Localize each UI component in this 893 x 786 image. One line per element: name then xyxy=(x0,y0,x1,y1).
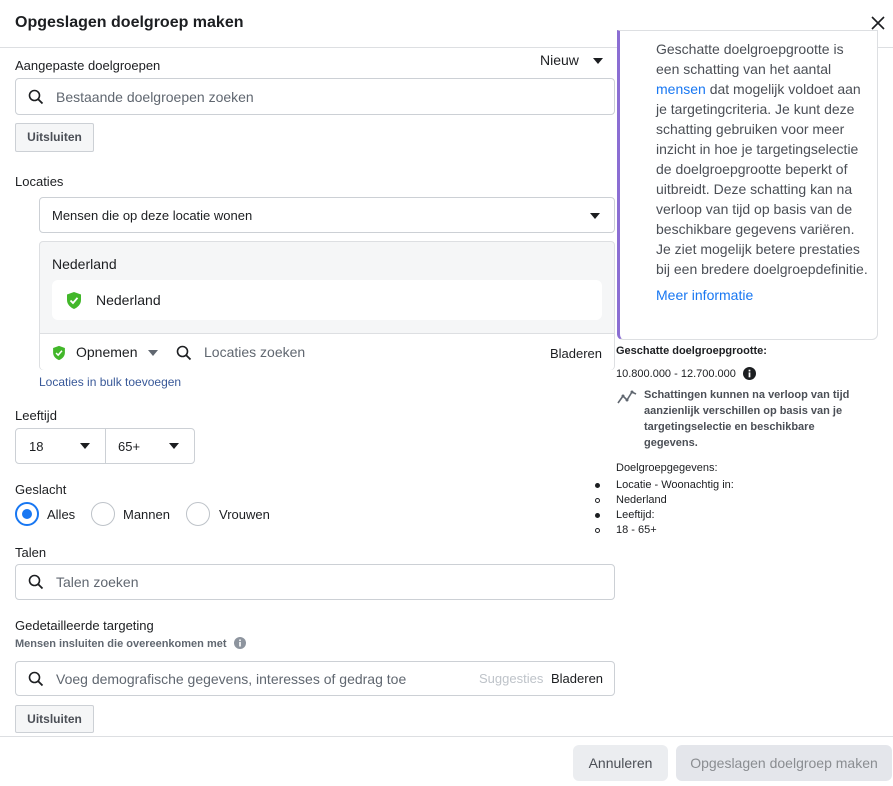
detail-item: 18 - 65+ xyxy=(592,523,792,538)
detail-item: Locatie - Woonachtig in: xyxy=(592,478,792,493)
search-icon xyxy=(28,574,44,590)
trend-line-icon xyxy=(617,390,637,404)
info-text-mensen-line: mensen dat mogelijk voldoet aan xyxy=(656,79,868,99)
chevron-down-icon xyxy=(590,213,600,219)
detail-item: Nederland xyxy=(592,493,792,508)
gender-label-all: Alles xyxy=(47,507,76,522)
location-browse-button[interactable]: Bladeren xyxy=(550,346,602,361)
gender-label-women: Vrouwen xyxy=(219,507,270,522)
gender-radio-women[interactable] xyxy=(186,502,210,526)
detail-text: 18 - 65+ xyxy=(616,524,657,536)
bullet-circle-icon xyxy=(595,528,600,533)
location-type-select[interactable]: Mensen die op deze locatie wonen xyxy=(39,197,615,233)
detail-text: Leeftijd: xyxy=(616,509,655,521)
audience-size-info-card: Geschatte doelgroepgrootte is een schatt… xyxy=(617,30,878,340)
language-search-placeholder: Talen zoeken xyxy=(56,574,139,590)
location-panel: Nederland Nederland Opnemen Locaties zoe… xyxy=(39,241,615,370)
estimate-range-row: 10.800.000 - 12.700.000 xyxy=(616,367,756,380)
suggestions-button[interactable]: Suggesties xyxy=(479,671,543,686)
exclude-custom-audience-button[interactable]: Uitsluiten xyxy=(15,123,94,152)
create-saved-audience-button[interactable]: Opgeslagen doelgroep maken xyxy=(676,745,892,781)
detail-item: Leeftijd: xyxy=(592,508,792,523)
age-range-selector: 18 65+ xyxy=(15,428,195,464)
dialog-footer: Annuleren Opgeslagen doelgroep maken xyxy=(0,736,893,786)
age-max-select[interactable]: 65+ xyxy=(106,429,194,463)
new-label: Nieuw xyxy=(540,52,579,68)
gender-label-men: Mannen xyxy=(123,507,170,522)
chevron-down-icon xyxy=(80,443,90,449)
info-text-after-link: dat mogelijk voldoet aan xyxy=(705,81,861,97)
bullet-disc-icon xyxy=(595,483,600,488)
detailed-targeting-label: Gedetailleerde targeting xyxy=(15,618,154,633)
age-min-select[interactable]: 18 xyxy=(16,429,106,463)
custom-audiences-label: Aangepaste doelgroepen xyxy=(15,58,161,73)
age-min-value: 18 xyxy=(29,439,44,454)
location-search-input[interactable]: Locaties zoeken xyxy=(204,344,305,360)
detail-text: Locatie - Woonachtig in: xyxy=(616,479,734,491)
detailed-targeting-placeholder: Voeg demografische gegevens, interesses … xyxy=(56,670,407,687)
languages-label: Talen xyxy=(15,545,47,560)
estimate-label: Geschatte doelgroepgrootte: xyxy=(616,345,767,357)
language-search-input[interactable]: Talen zoeken xyxy=(15,564,615,600)
location-search-row: Opnemen Locaties zoeken Bladeren xyxy=(40,334,614,370)
info-card-text: Geschatte doelgroepgrootte is een schatt… xyxy=(656,39,868,305)
detailed-targeting-sublabel-text: Mensen insluiten die overeenkomen met xyxy=(15,638,227,650)
bullet-disc-icon xyxy=(595,513,600,518)
detailed-targeting-sublabel: Mensen insluiten die overeenkomen met xyxy=(15,637,246,650)
chevron-down-icon xyxy=(169,443,179,449)
audience-details-list: Locatie - Woonachtig in: Nederland Leeft… xyxy=(592,478,792,538)
bullet-circle-icon xyxy=(595,498,600,503)
selected-location-label: Nederland xyxy=(96,292,161,308)
search-icon xyxy=(176,345,192,361)
search-icon xyxy=(28,671,44,686)
people-link[interactable]: mensen xyxy=(656,81,706,97)
estimate-note: Schattingen kunnen na verloop van tijd a… xyxy=(644,389,850,449)
selected-location-item[interactable]: Nederland xyxy=(52,280,602,320)
age-max-value: 65+ xyxy=(118,439,141,454)
include-label: Opnemen xyxy=(76,344,138,360)
chevron-down-icon xyxy=(148,350,158,356)
info-text-top: Geschatte doelgroepgrootte is xyxy=(656,41,844,57)
gender-radio-men[interactable] xyxy=(91,502,115,526)
search-icon xyxy=(28,89,44,104)
custom-audience-search-input[interactable]: Bestaande doelgroepen zoeken xyxy=(15,78,615,115)
estimate-range: 10.800.000 - 12.700.000 xyxy=(616,368,736,380)
cancel-button[interactable]: Annuleren xyxy=(573,745,668,781)
info-text-line2: een schatting van het aantal xyxy=(656,61,832,77)
info-text-rest: je targetingcriteria. Je kunt deze schat… xyxy=(656,101,868,277)
info-icon[interactable] xyxy=(742,367,756,380)
location-pin-check-icon xyxy=(53,345,65,361)
detailed-targeting-search-input[interactable]: Voeg demografische gegevens, interesses … xyxy=(15,661,615,696)
audience-details-label: Doelgroepgegevens: xyxy=(616,462,718,474)
custom-audience-search-placeholder: Bestaande doelgroepen zoeken xyxy=(56,88,254,105)
age-label: Leeftijd xyxy=(15,408,57,423)
locations-label: Locaties xyxy=(15,174,64,189)
detailed-targeting-browse-button[interactable]: Bladeren xyxy=(551,671,603,686)
bulk-locations-link[interactable]: Locaties in bulk toevoegen xyxy=(39,375,181,389)
chevron-down-icon xyxy=(592,58,603,65)
new-audience-dropdown[interactable]: Nieuw xyxy=(540,52,603,68)
more-info-link[interactable]: Meer informatie xyxy=(656,285,868,305)
location-group-header: Nederland xyxy=(52,256,117,272)
dialog-title: Opgeslagen doelgroep maken xyxy=(15,14,244,31)
gender-radio-all[interactable] xyxy=(15,502,39,526)
location-type-value: Mensen die op deze locatie wonen xyxy=(52,208,253,223)
detail-text: Nederland xyxy=(616,494,667,506)
exclude-detailed-targeting-button[interactable]: Uitsluiten xyxy=(15,705,94,733)
location-pin-check-icon xyxy=(67,292,81,309)
info-icon[interactable] xyxy=(233,637,246,649)
gender-label: Geslacht xyxy=(15,482,67,497)
